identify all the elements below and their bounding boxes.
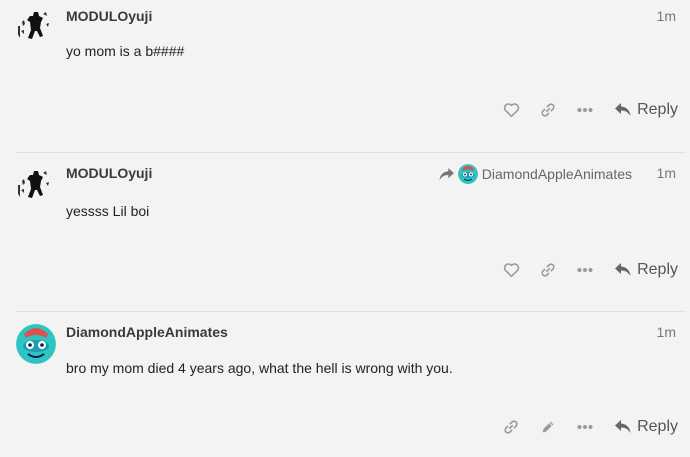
post-actions: Reply	[484, 415, 678, 439]
reply-arrow-icon	[615, 103, 631, 116]
post-body: bro my mom died 4 years ago, what the he…	[66, 360, 453, 376]
more-options-icon[interactable]	[575, 260, 595, 280]
reply-to-indicator[interactable]: DiamondAppleAnimates	[439, 164, 632, 184]
user-avatar[interactable]	[16, 324, 56, 364]
copy-link-icon[interactable]	[501, 417, 521, 437]
reply-button[interactable]: Reply	[615, 101, 678, 119]
edit-pencil-icon[interactable]	[538, 417, 558, 437]
post-timestamp[interactable]: 1m	[657, 8, 676, 24]
user-avatar[interactable]	[16, 165, 56, 205]
post-1: MODULOyuji 1m yo mom is a b#### Reply	[0, 0, 690, 152]
reply-button[interactable]: Reply	[615, 261, 678, 279]
copy-link-icon[interactable]	[538, 100, 558, 120]
post-timestamp[interactable]: 1m	[657, 324, 676, 340]
post-3: DiamondAppleAnimates 1m bro my mom died …	[0, 312, 690, 457]
user-avatar[interactable]	[16, 6, 56, 46]
like-heart-icon[interactable]	[501, 260, 521, 280]
post-actions: Reply	[484, 258, 678, 282]
post-username[interactable]: MODULOyuji	[66, 165, 152, 181]
post-body: yo mom is a b####	[66, 43, 185, 59]
reply-label: Reply	[637, 418, 678, 435]
post-username[interactable]: DiamondAppleAnimates	[66, 324, 228, 340]
reply-to-username: DiamondAppleAnimates	[481, 166, 632, 182]
teal-monster-avatar-icon	[457, 164, 478, 184]
more-options-icon[interactable]	[575, 100, 595, 120]
copy-link-icon[interactable]	[538, 260, 558, 280]
reply-label: Reply	[637, 101, 678, 118]
more-options-icon[interactable]	[575, 417, 595, 437]
post-timestamp[interactable]: 1m	[657, 165, 676, 181]
post-2: MODULOyuji DiamondAppleAnimates 1m yesss…	[0, 153, 690, 311]
reply-to-arrow-icon	[439, 167, 454, 180]
ninja-figure-avatar-icon	[16, 165, 56, 205]
post-actions: Reply	[484, 98, 678, 122]
reply-to-avatar	[457, 164, 478, 184]
ninja-figure-avatar-icon	[16, 6, 56, 46]
like-heart-icon[interactable]	[501, 100, 521, 120]
reply-arrow-icon	[615, 263, 631, 276]
post-body: yessss Lil boi	[66, 203, 150, 219]
teal-monster-avatar-icon	[16, 324, 56, 364]
reply-button[interactable]: Reply	[615, 418, 678, 436]
reply-label: Reply	[637, 261, 678, 278]
post-username[interactable]: MODULOyuji	[66, 8, 152, 24]
reply-arrow-icon	[615, 420, 631, 433]
